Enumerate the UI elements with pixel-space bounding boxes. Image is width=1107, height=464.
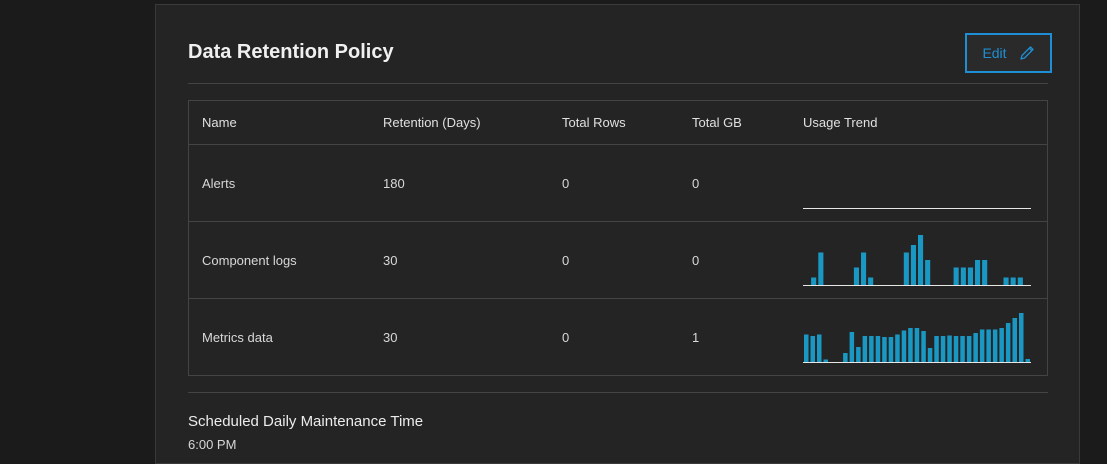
- trend-bar: [903, 252, 909, 285]
- usage-trend-sparkline: [803, 313, 1031, 363]
- trend-bar: [849, 332, 855, 362]
- trend-bar: [875, 336, 881, 362]
- column-header-retention: Retention (Days): [383, 115, 481, 130]
- trend-bar: [901, 330, 907, 362]
- trend-bar: [960, 336, 965, 362]
- trend-bar: [1025, 359, 1030, 362]
- trend-bar: [888, 337, 894, 362]
- trend-bar: [1010, 277, 1016, 285]
- row-total-gb: 0: [692, 252, 700, 268]
- table-row: Metrics data 30 0 1: [189, 298, 1047, 375]
- row-total-rows: 0: [562, 252, 570, 268]
- trend-bar: [868, 277, 874, 285]
- trend-bar: [1017, 277, 1023, 285]
- trend-bar: [895, 334, 900, 362]
- trend-bar: [804, 334, 809, 362]
- row-total-gb: 1: [692, 329, 700, 345]
- row-retention: 30: [383, 252, 398, 268]
- row-total-rows: 0: [562, 175, 570, 191]
- trend-bar: [953, 267, 959, 285]
- data-retention-panel: Data Retention Policy Edit Name Retentio…: [155, 4, 1080, 464]
- trend-bar: [999, 328, 1004, 362]
- column-header-total-gb: Total GB: [692, 115, 742, 130]
- trend-bar: [843, 353, 848, 362]
- row-total-rows: 0: [562, 329, 570, 345]
- edit-button-label: Edit: [982, 45, 1007, 61]
- trend-bar: [925, 260, 931, 285]
- trend-bar: [973, 333, 978, 362]
- trend-bar: [982, 260, 988, 285]
- table-row: Component logs 30 0 0: [189, 221, 1047, 298]
- table-row: Alerts 180 0 0: [189, 144, 1047, 221]
- trend-bar: [1012, 318, 1017, 362]
- table-header-row: Name Retention (Days) Total Rows Total G…: [189, 101, 1047, 144]
- trend-bar: [934, 336, 939, 362]
- trend-bar: [947, 335, 952, 362]
- trend-bar: [967, 267, 973, 285]
- row-name: Alerts: [202, 175, 236, 191]
- trend-bar: [818, 252, 824, 285]
- pencil-icon: [1019, 45, 1035, 61]
- panel-title: Data Retention Policy: [188, 41, 394, 63]
- edit-button[interactable]: Edit: [965, 33, 1052, 73]
- trend-bar: [953, 336, 959, 362]
- trend-bar: [914, 328, 920, 362]
- trend-bar: [975, 260, 981, 285]
- trend-bar: [966, 336, 972, 362]
- trend-bar: [853, 267, 859, 285]
- trend-bar: [979, 329, 985, 362]
- trend-bar: [810, 336, 815, 362]
- maintenance-time: 6:00 PM: [188, 437, 237, 452]
- trend-bar: [921, 331, 926, 362]
- trend-bar: [960, 267, 966, 285]
- trend-bar: [817, 334, 822, 362]
- trend-bar: [862, 336, 868, 362]
- trend-bar: [856, 347, 861, 362]
- column-header-usage-trend: Usage Trend: [803, 115, 878, 130]
- trend-bar: [918, 235, 924, 285]
- trend-bar: [940, 336, 946, 362]
- trend-bar: [882, 337, 887, 362]
- trend-bar: [992, 329, 998, 362]
- usage-trend-sparkline: [803, 208, 1031, 209]
- title-divider: [188, 83, 1048, 84]
- trend-bar: [1005, 323, 1011, 362]
- row-retention: 180: [383, 175, 405, 191]
- column-header-name: Name: [202, 115, 237, 130]
- usage-trend-sparkline: [803, 235, 1031, 286]
- trend-bar: [908, 328, 913, 362]
- trend-bar: [1003, 277, 1009, 285]
- trend-bar: [910, 245, 916, 285]
- column-header-total-rows: Total Rows: [562, 115, 626, 130]
- maintenance-title: Scheduled Daily Maintenance Time: [188, 413, 424, 430]
- trend-bar: [811, 277, 817, 285]
- retention-table: Name Retention (Days) Total Rows Total G…: [188, 100, 1048, 376]
- trend-bar: [927, 348, 933, 362]
- trend-bar: [986, 329, 991, 362]
- row-retention: 30: [383, 329, 398, 345]
- trend-bar: [869, 336, 874, 362]
- trend-bar: [861, 252, 867, 285]
- row-name: Metrics data: [202, 329, 273, 345]
- section-divider: [188, 392, 1048, 393]
- trend-bar: [823, 359, 828, 362]
- row-name: Component logs: [202, 252, 297, 268]
- row-total-gb: 0: [692, 175, 700, 191]
- trend-bar: [1019, 313, 1024, 362]
